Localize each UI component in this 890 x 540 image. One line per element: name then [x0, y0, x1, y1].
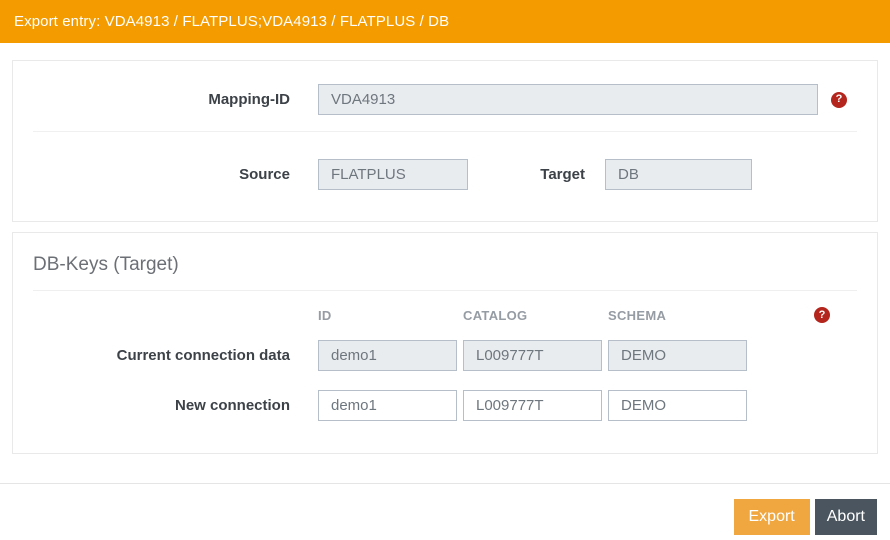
db-keys-panel: DB-Keys (Target) ID CATALOG SCHEMA ? Cur… — [12, 232, 878, 454]
page-title: Export entry: VDA4913 / FLATPLUS;VDA4913… — [14, 13, 450, 30]
target-label: Target — [540, 166, 585, 183]
column-header-id: ID — [318, 307, 332, 323]
export-button[interactable]: Export — [733, 499, 810, 535]
form-divider — [33, 131, 857, 132]
mapping-id-row: Mapping-ID ? — [33, 84, 857, 115]
new-connection-schema-input[interactable] — [608, 390, 747, 421]
new-connection-row: New connection — [33, 390, 857, 421]
mapping-help-icon[interactable]: ? — [831, 91, 847, 108]
db-keys-title: DB-Keys (Target) — [33, 254, 179, 275]
current-connection-schema-input — [608, 340, 747, 371]
new-connection-catalog-input[interactable] — [463, 390, 602, 421]
target-input — [605, 159, 752, 190]
window-title-bar: Export entry: VDA4913 / FLATPLUS;VDA4913… — [0, 0, 890, 43]
mapping-id-label: Mapping-ID — [208, 91, 290, 108]
source-input — [318, 159, 468, 190]
mapping-id-input — [318, 84, 818, 115]
current-connection-catalog-input — [463, 340, 602, 371]
new-connection-id-input[interactable] — [318, 390, 457, 421]
column-header-schema: SCHEMA — [608, 307, 667, 323]
current-connection-row: Current connection data — [33, 340, 857, 371]
source-target-row: Source Target — [33, 159, 857, 190]
abort-button[interactable]: Abort — [814, 499, 877, 535]
new-connection-label: New connection — [174, 397, 290, 414]
current-connection-id-input — [318, 340, 457, 371]
source-label: Source — [239, 166, 290, 183]
db-keys-help-icon[interactable]: ? — [814, 307, 830, 323]
column-header-catalog: CATALOG — [463, 307, 528, 323]
section-divider — [33, 290, 857, 291]
current-connection-label: Current connection data — [116, 347, 290, 364]
db-keys-column-headers: ID CATALOG SCHEMA ? — [33, 307, 857, 323]
footer-button-bar: Export Abort — [0, 484, 890, 535]
mapping-panel: Mapping-ID ? Source Target — [12, 60, 878, 222]
